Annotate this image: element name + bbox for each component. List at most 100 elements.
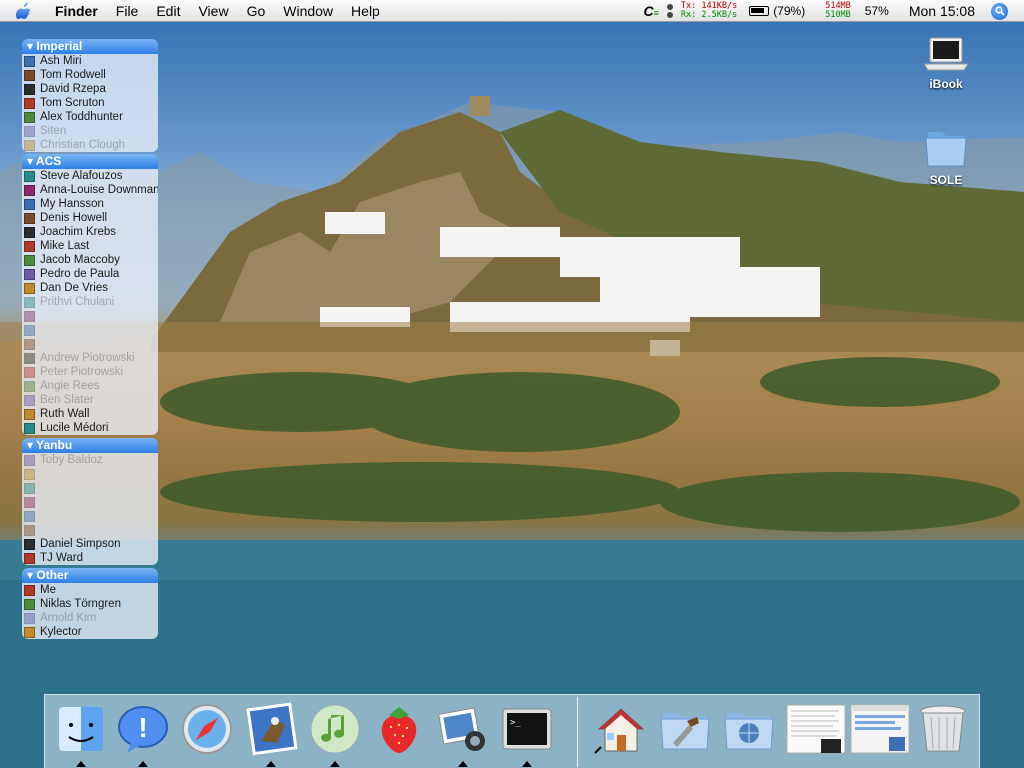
buddy-name: Daniel Simpson	[40, 538, 121, 550]
laptop-icon	[923, 37, 969, 71]
buddy-row[interactable]: Prithvi Chulani	[22, 295, 158, 309]
buddy-name: Denis Howell	[40, 212, 108, 224]
sync-icon[interactable]: C≡	[643, 3, 658, 19]
buddy-group-yanbu: ▾ Yanbu Toby Baldoz Daniel Simpson TJ Ward	[22, 438, 158, 565]
network-meter[interactable]: Tx: 141KB/s Rx: 2.5KB/s	[681, 2, 737, 20]
battery-percent[interactable]: (79%)	[773, 4, 805, 18]
group-header-yanbu[interactable]: ▾ Yanbu	[22, 438, 158, 453]
buddy-row[interactable]: Mike Last	[22, 239, 158, 253]
menu-help[interactable]: Help	[342, 0, 389, 22]
group-header-imperial[interactable]: ▾ Imperial	[22, 39, 158, 54]
mail-icon	[246, 702, 298, 756]
buddy-row[interactable]: Niklas Törngren	[22, 597, 158, 611]
buddy-row[interactable]: Joachim Krebs	[22, 225, 158, 239]
buddy-row[interactable]: TJ Ward	[22, 551, 158, 565]
buddy-row[interactable]	[22, 509, 158, 523]
menu-file[interactable]: File	[107, 0, 148, 22]
buddy-row[interactable]: Denis Howell	[22, 211, 158, 225]
buddy-name: Christian Clough	[40, 139, 126, 151]
buddy-row[interactable]: Ash Miri	[22, 54, 158, 68]
buddy-row[interactable]: Lucile Médori	[22, 421, 158, 435]
running-indicator	[330, 761, 340, 767]
dock-item-window-1[interactable]	[785, 701, 847, 757]
buddy-list: Me Niklas Törngren Arnold Kim Kylector	[22, 583, 158, 639]
running-indicator	[76, 761, 86, 767]
dock-item-safari[interactable]	[179, 701, 235, 757]
buddy-row[interactable]: Jacob Maccoby	[22, 253, 158, 267]
buddy-row[interactable]: Peter Piotrowski	[22, 365, 158, 379]
buddy-row[interactable]	[22, 481, 158, 495]
itunes-icon	[310, 704, 360, 754]
dock-item-finder[interactable]	[53, 701, 109, 767]
buddy-row[interactable]: Ruth Wall	[22, 407, 158, 421]
group-name: Other	[36, 568, 69, 582]
group-header-other[interactable]: ▾ Other	[22, 568, 158, 583]
apple-menu-icon[interactable]	[14, 1, 34, 20]
spotlight-search-icon[interactable]	[991, 2, 1008, 20]
buddy-avatar-icon	[24, 612, 35, 624]
buddy-row[interactable]: Dan De Vries	[22, 281, 158, 295]
buddy-avatar-icon	[24, 198, 35, 210]
menu-extras: C≡ Tx: 141KB/s Rx: 2.5KB/s (79%) 514MB 5…	[643, 0, 1024, 22]
buddy-row[interactable]: Kylector	[22, 625, 158, 639]
buddy-row[interactable]: Angie Rees	[22, 379, 158, 393]
dock-item-strawberry[interactable]	[371, 701, 427, 757]
ichat-icon: !	[118, 706, 168, 753]
dock-item-terminal[interactable]: >_	[499, 701, 555, 767]
buddy-row[interactable]	[22, 523, 158, 537]
buddy-row[interactable]: Daniel Simpson	[22, 537, 158, 551]
cpu-meter[interactable]: 57%	[865, 4, 889, 18]
buddy-row[interactable]: Me	[22, 583, 158, 597]
buddy-row[interactable]: David Rzepa	[22, 82, 158, 96]
network-status-icon[interactable]	[666, 4, 673, 18]
buddy-row[interactable]: Tom Rodwell	[22, 68, 158, 82]
buddy-avatar-icon	[24, 584, 35, 596]
buddy-row[interactable]: Christian Clough	[22, 138, 158, 152]
dock-item-itunes[interactable]	[307, 701, 363, 767]
buddy-row[interactable]: Pedro de Paula	[22, 267, 158, 281]
buddy-name: Tom Rodwell	[40, 69, 106, 81]
dock-item-window-2[interactable]	[849, 701, 911, 757]
buddy-row[interactable]: Alex Toddhunter	[22, 110, 158, 124]
buddy-row[interactable]	[22, 467, 158, 481]
menu-view[interactable]: View	[189, 0, 237, 22]
buddy-row[interactable]: Tom Scruton	[22, 96, 158, 110]
menu-go[interactable]: Go	[238, 0, 275, 22]
memory-meter[interactable]: 514MB 510MB	[825, 2, 851, 20]
rx-label: Rx:	[680, 10, 697, 20]
buddy-row[interactable]	[22, 309, 158, 323]
dock-item-network-folder[interactable]	[721, 701, 777, 757]
dock-item-ichat[interactable]: !	[115, 701, 171, 767]
dock-item-home[interactable]	[593, 701, 649, 757]
buddy-row[interactable]: Siten	[22, 124, 158, 138]
dock-item-utilities[interactable]	[657, 701, 713, 757]
buddy-avatar-icon	[24, 538, 35, 550]
buddy-row[interactable]: Anna-Louise Downman	[22, 183, 158, 197]
buddy-row[interactable]: Arnold Kim	[22, 611, 158, 625]
buddy-name: Lucile Médori	[40, 422, 109, 434]
dock-item-iphoto[interactable]	[435, 701, 491, 767]
menu-window[interactable]: Window	[274, 0, 342, 22]
buddy-row[interactable]	[22, 495, 158, 509]
buddy-row[interactable]: Steve Alafouzos	[22, 169, 158, 183]
menu-app-name[interactable]: Finder	[46, 0, 107, 22]
finder-icon	[59, 707, 103, 751]
buddy-row[interactable]	[22, 323, 158, 337]
buddy-group-acs: ▾ ACS Steve Alafouzos Anna-Louise Downman…	[22, 154, 158, 435]
dock-item-trash[interactable]	[915, 701, 971, 757]
buddy-name: Anna-Louise Downman	[40, 184, 158, 196]
menu-edit[interactable]: Edit	[147, 0, 189, 22]
buddy-row[interactable]: Andrew Piotrowski	[22, 351, 158, 365]
group-header-acs[interactable]: ▾ ACS	[22, 154, 158, 169]
desktop-icon-sole[interactable]: SOLE	[916, 124, 976, 187]
buddy-row[interactable]: Ben Slater	[22, 393, 158, 407]
dock-item-mail[interactable]	[243, 701, 299, 767]
menu-clock[interactable]: Mon 15:08	[909, 3, 975, 19]
buddy-name: Ben Slater	[40, 394, 94, 406]
buddy-row[interactable]: My Hansson	[22, 197, 158, 211]
dock: ! >_	[44, 694, 980, 768]
buddy-row[interactable]: Toby Baldoz	[22, 453, 158, 467]
buddy-row[interactable]	[22, 337, 158, 351]
battery-icon[interactable]	[749, 6, 770, 16]
desktop-icon-ibook[interactable]: iBook	[916, 36, 976, 91]
